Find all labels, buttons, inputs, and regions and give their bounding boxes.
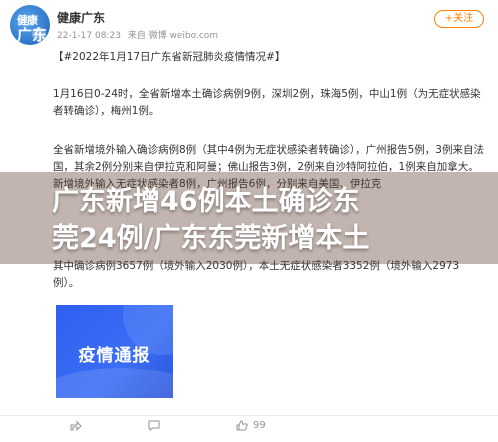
post-topic-link[interactable]: 【#2022年1月17日广东省新冠肺炎疫情情况#】 (53, 49, 484, 66)
follow-button[interactable]: +关注 (434, 10, 484, 28)
share-icon (70, 420, 82, 431)
comment-action[interactable] (148, 420, 165, 431)
headline-line-2: 莞24例/广东东莞新增本土 (52, 223, 370, 254)
cover-decoration (56, 368, 173, 398)
post-image-thumbnail[interactable]: 疫情通报 (56, 305, 173, 398)
share-action[interactable] (70, 420, 87, 431)
action-bar: 99 (0, 415, 498, 437)
post-meta: 22-1-17 08:23 来自 微博 weibo.com (57, 28, 222, 41)
headline-line-1: 广东新增46例本土确诊东 (52, 186, 360, 217)
like-count: 99 (253, 420, 266, 431)
weibo-post-card: 健康 广东 健康广东 22-1-17 08:23 来自 微博 weibo.com… (0, 0, 498, 442)
comment-icon (148, 420, 160, 431)
cover-title: 疫情通报 (78, 346, 151, 366)
like-action[interactable]: 99 (236, 420, 266, 431)
post-paragraph-1: 1月16日0-24时，全省新增本土确诊病例9例，深圳2例，珠海5例，中山1例（为… (53, 88, 481, 117)
post-source: 来自 微博 weibo.com (127, 31, 219, 41)
username[interactable]: 健康广东 (57, 9, 105, 26)
post-time[interactable]: 22-1-17 08:23 (57, 31, 121, 41)
overlay-headline: 广东新增46例本土确诊东 莞24例/广东东莞新增本土 (52, 183, 472, 257)
avatar[interactable]: 健康 广东 (10, 5, 50, 45)
thumbs-up-icon (236, 420, 248, 431)
avatar-text-line2: 广东 (17, 26, 48, 44)
